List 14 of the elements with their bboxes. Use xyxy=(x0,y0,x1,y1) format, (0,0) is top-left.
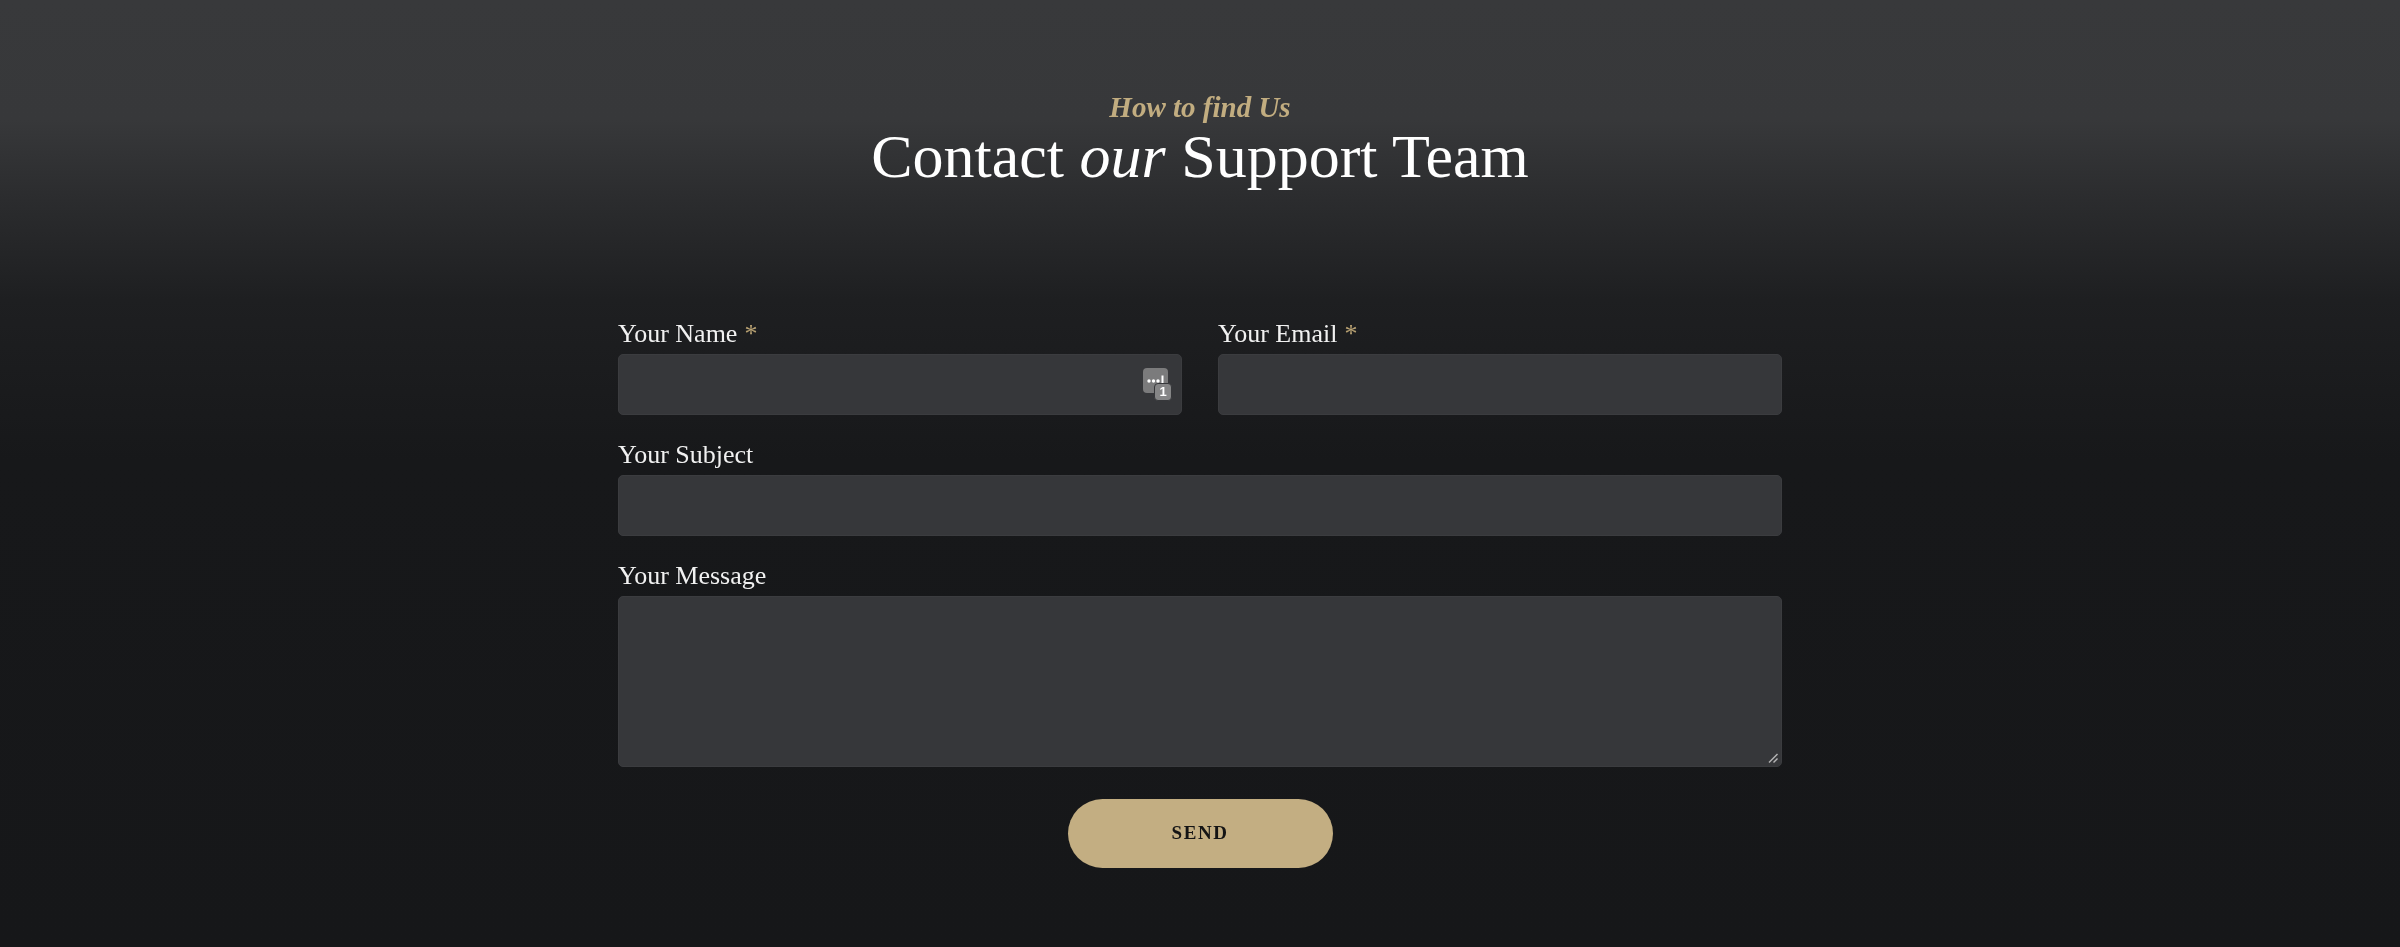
input-field[interactable] xyxy=(1218,354,1782,415)
field-label: Your Name xyxy=(618,318,738,350)
input-field[interactable] xyxy=(618,475,1782,536)
count-badge: 1 xyxy=(1154,383,1172,401)
resize-handle-icon[interactable] xyxy=(1768,753,1778,763)
section-eyebrow: How to find Us xyxy=(1109,90,1291,125)
send-button[interactable]: SEND xyxy=(1067,799,1333,868)
input-field[interactable]: 1 xyxy=(618,354,1182,415)
required-mark: * xyxy=(1344,318,1358,350)
field-label: Your Message xyxy=(618,560,767,592)
field-label: Your Email xyxy=(1218,318,1338,350)
required-mark: * xyxy=(744,318,758,350)
field-label: Your Subject xyxy=(618,439,754,471)
text-area-field[interactable] xyxy=(618,596,1782,767)
